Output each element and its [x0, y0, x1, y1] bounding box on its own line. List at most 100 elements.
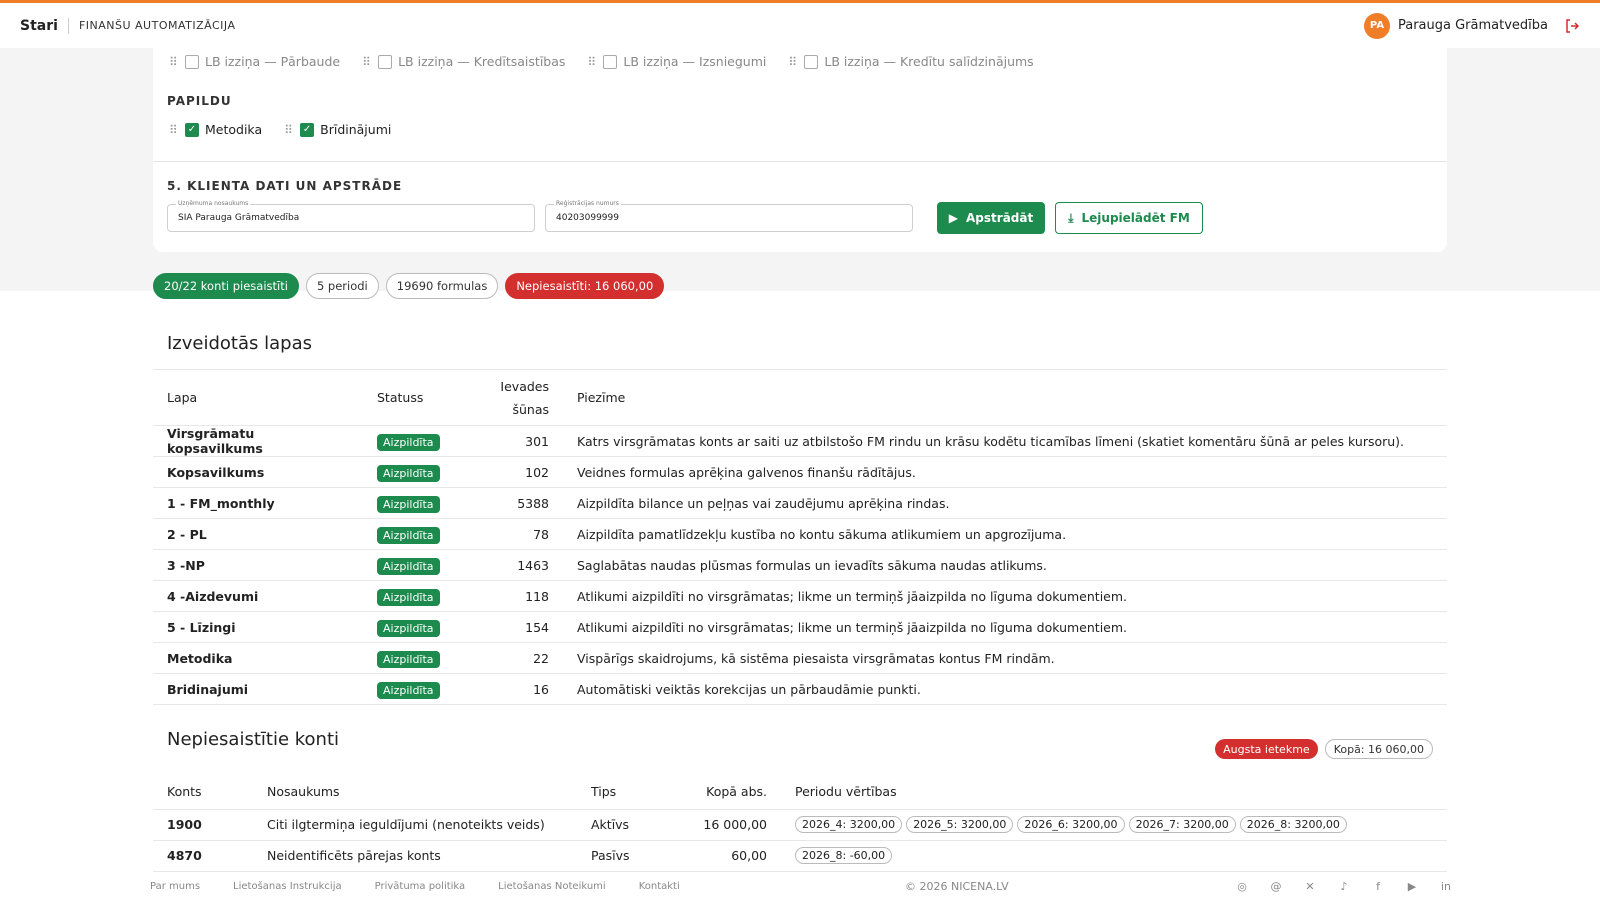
extra-option[interactable]: ⠿ ✓ Brīdinājumi	[284, 122, 391, 137]
unlinked-total-badge: Nepiesaistīti: 16 060,00	[505, 273, 665, 299]
drag-handle-icon[interactable]: ⠿	[587, 55, 597, 69]
report-option[interactable]: ⠿ LB izziņa — Izsniegumi	[587, 54, 766, 69]
period-values: 2026_8: -60,00	[781, 840, 1447, 872]
table-row: 4 -Aizdevumi Aizpildīta 118 Atlikumi aizpil…	[153, 580, 1447, 612]
footer-link[interactable]: Lietošanas Noteikumi	[498, 881, 606, 892]
linkedin-icon[interactable]: in	[1440, 880, 1452, 893]
table-row: Bridinajumi Aizpildīta 16 Automātiski veikt…	[153, 673, 1447, 705]
tiktok-icon[interactable]: ♪	[1338, 880, 1350, 893]
report-option[interactable]: ⠿ LB izziņa — Kredītsaistības	[362, 54, 565, 69]
youtube-icon[interactable]: ▶	[1406, 880, 1418, 893]
sheet-name: Kopsavilkums	[153, 456, 363, 488]
footer-link[interactable]: Lietošanas Instrukcija	[233, 881, 342, 892]
unlinked-total-badge: Kopā: 16 060,00	[1324, 739, 1433, 759]
company-name-input[interactable]	[168, 205, 534, 231]
input-count: 102	[473, 456, 563, 488]
table-row: Metodika Aizpildīta 22 Vispārīgs skaidrojum…	[153, 642, 1447, 674]
extra-option[interactable]: ⠿ ✓ Metodika	[169, 122, 262, 137]
col-type: Tips	[577, 775, 667, 810]
sheet-note: Katrs virsgrāmatas konts ar saiti uz atb…	[563, 425, 1447, 457]
input-count: 22	[473, 642, 563, 674]
input-count: 5388	[473, 487, 563, 519]
status-cell: Aizpildīta	[363, 580, 473, 612]
account-name: Citi ilgtermiņa ieguldījumi (nenoteikts …	[253, 809, 577, 841]
status-cell: Aizpildīta	[363, 642, 473, 674]
logout-icon[interactable]	[1564, 18, 1580, 34]
drag-handle-icon[interactable]: ⠿	[788, 55, 798, 69]
company-name-field[interactable]: Uzņēmuma nosaukums	[167, 200, 535, 232]
reg-number-input[interactable]	[546, 205, 912, 231]
status-badge: Aizpildīta	[377, 526, 440, 544]
checkbox[interactable]	[378, 54, 393, 69]
process-button[interactable]: ▶ Apstrādāt	[937, 202, 1045, 234]
sheets-title: Izveidotās lapas	[167, 333, 312, 354]
social-icons: ◎ @ ✕ ♪ f ▶ in	[1236, 880, 1452, 893]
account-total: 60,00	[667, 840, 781, 872]
sheet-note: Automātiski veiktās korekcijas un pārbau…	[563, 673, 1447, 705]
unlinked-title: Nepiesaistītie konti	[167, 729, 340, 750]
facebook-icon[interactable]: f	[1372, 880, 1384, 893]
drag-handle-icon[interactable]: ⠿	[362, 55, 372, 69]
status-badge: Aizpildīta	[377, 681, 440, 699]
report-option[interactable]: ⠿ LB izziņa — Pārbaude	[169, 54, 340, 69]
user-menu[interactable]: PA Parauga Grāmatvedība	[1363, 12, 1580, 39]
col-sheet: Lapa	[153, 369, 363, 426]
sheet-note: Atlikumi aizpildīti no virsgrāmatas; lik…	[563, 580, 1447, 612]
drag-handle-icon[interactable]: ⠿	[169, 123, 179, 137]
download-button[interactable]: ⤓ Lejupielādēt FM	[1055, 202, 1203, 234]
instagram-icon[interactable]: ◎	[1236, 880, 1248, 893]
status-cell: Aizpildīta	[363, 673, 473, 705]
table-header-row: Lapa Statuss Ievades šūnas Piezīme	[153, 369, 1447, 426]
section-divider	[153, 161, 1447, 162]
drag-handle-icon[interactable]: ⠿	[169, 55, 179, 69]
checkbox[interactable]	[804, 54, 819, 69]
unlinked-badges: Augsta ietekme Kopā: 16 060,00	[1215, 739, 1433, 759]
download-icon: ⤓	[1068, 210, 1074, 225]
sheet-note: Saglabātas naudas plūsmas formulas un ie…	[563, 549, 1447, 581]
account-number: 4870	[153, 840, 253, 872]
periods-badge: 5 periodi	[305, 273, 379, 299]
checkbox-checked[interactable]: ✓	[300, 122, 315, 137]
reg-number-label: Reģistrācijas numurs	[554, 200, 621, 207]
footer-link[interactable]: Privātuma politika	[375, 881, 466, 892]
user-name[interactable]: Parauga Grāmatvedība	[1398, 18, 1548, 33]
col-inputs: Ievades šūnas	[473, 369, 563, 426]
checkbox-checked[interactable]: ✓	[185, 122, 199, 137]
play-icon: ▶	[948, 211, 959, 225]
footer-link[interactable]: Kontakti	[639, 881, 680, 892]
config-card: ⠿ LB izziņa — Pārbaude ⠿ LB izziņa — Kre…	[153, 48, 1447, 252]
col-status: Statuss	[363, 369, 473, 426]
extra-option-label: Metodika	[205, 122, 263, 137]
drag-handle-icon[interactable]: ⠿	[284, 123, 294, 137]
period-chip: 2026_8: 3200,00	[1239, 816, 1347, 833]
status-badge: Aizpildīta	[377, 650, 440, 668]
impact-badge: Augsta ietekme	[1215, 739, 1318, 759]
x-icon[interactable]: ✕	[1304, 880, 1316, 893]
col-account: Konts	[153, 775, 253, 810]
sheet-note: Vispārīgs skaidrojums, kā sistēma piesai…	[563, 642, 1447, 674]
checkbox[interactable]	[603, 54, 618, 69]
threads-icon[interactable]: @	[1270, 880, 1282, 893]
sheet-name: 3 -NP	[153, 549, 363, 581]
status-cell: Aizpildīta	[363, 611, 473, 643]
reg-number-field[interactable]: Reģistrācijas numurs	[545, 200, 913, 232]
table-row: 1900 Citi ilgtermiņa ieguldījumi (nenotei…	[153, 809, 1447, 841]
report-option[interactable]: ⠿ LB izziņa — Kredītu salīdzinājums	[788, 54, 1033, 69]
status-badge: Aizpildīta	[377, 619, 440, 637]
table-row: Virsgrāmatu kopsavilkums Aizpildīta 301 Kat…	[153, 425, 1447, 457]
checkbox[interactable]	[185, 54, 199, 69]
report-checkboxes: ⠿ LB izziņa — Pārbaude ⠿ LB izziņa — Kre…	[169, 54, 1034, 69]
sheet-name: Virsgrāmatu kopsavilkums	[153, 425, 363, 457]
table-row: 4870 Neidentificēts pārejas konts Pasīvs 60…	[153, 840, 1447, 872]
brand-logo[interactable]: Stari	[20, 18, 58, 34]
period-chip: 2026_8: -60,00	[795, 847, 893, 864]
period-chip: 2026_7: 3200,00	[1128, 816, 1236, 833]
extra-section-title: PAPILDU	[167, 94, 232, 108]
footer: Par mums Lietošanas Instrukcija Privātuma …	[0, 872, 1600, 900]
avatar[interactable]: PA	[1363, 12, 1390, 39]
table-row: 2 - PL Aizpildīta 78 Aizpildīta pamatlīdzek…	[153, 518, 1447, 550]
footer-link[interactable]: Par mums	[150, 881, 200, 892]
download-button-label: Lejupielādēt FM	[1081, 211, 1190, 225]
footer-links: Par mums Lietošanas Instrukcija Privātuma …	[150, 881, 680, 892]
sheet-note: Aizpildīta pamatlīdzekļu kustība no kont…	[563, 518, 1447, 550]
